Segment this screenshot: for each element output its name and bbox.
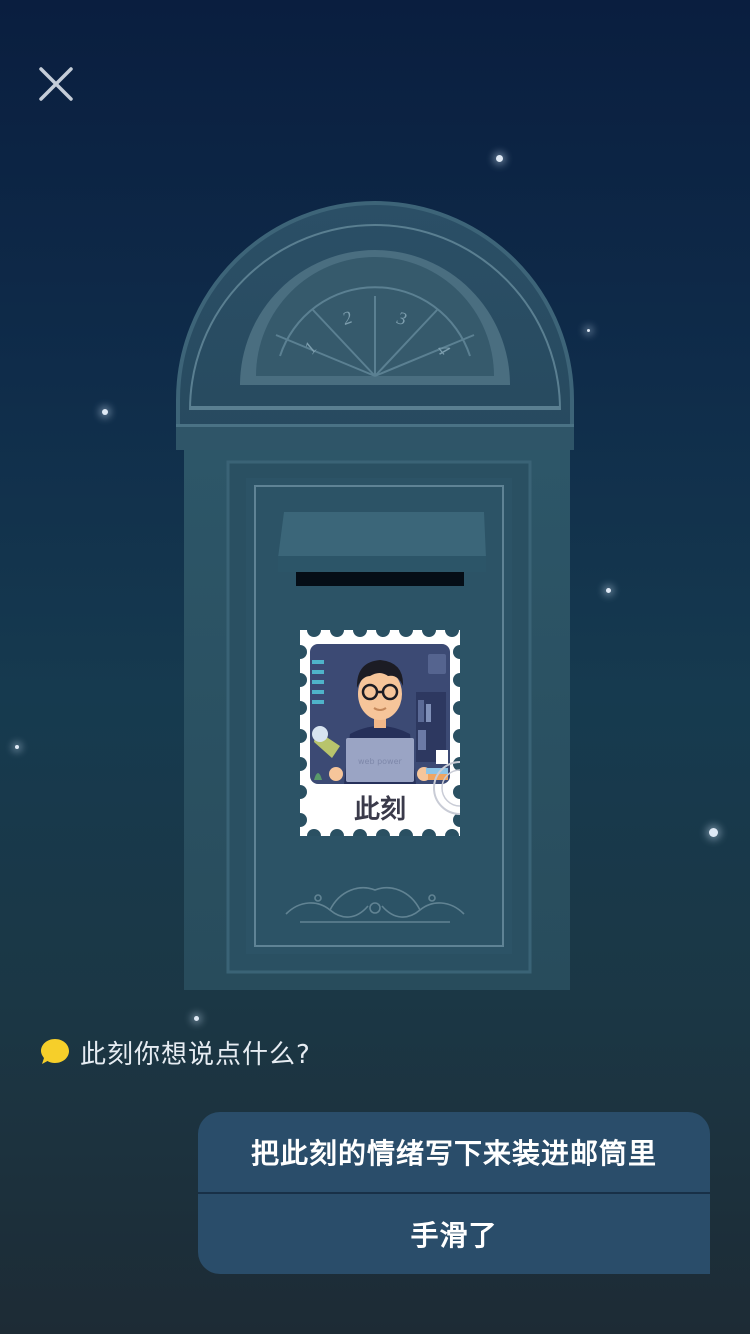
cancel-button[interactable]: 手滑了 [198,1194,710,1274]
speech-bubble-icon [41,1039,69,1064]
action-sheet: 把此刻的情绪写下来装进邮筒里 手滑了 [198,1112,710,1274]
close-button[interactable] [32,60,80,108]
stamp-label: 此刻 [353,795,406,825]
svg-text:web power: web power [358,757,403,766]
write-emotion-button[interactable]: 把此刻的情绪写下来装进邮筒里 [198,1112,710,1192]
prompt-text: 此刻你想说点什么? [80,1039,311,1070]
stamp[interactable]: web power 此刻 [293,623,487,843]
prompt-row: 此刻你想说点什么? [40,1032,311,1072]
night-sky-scene: 1 2 3 4 web power 此刻 此刻你想说点什么? 把此刻的情绪写下来… [0,0,750,1334]
close-icon [39,67,73,101]
